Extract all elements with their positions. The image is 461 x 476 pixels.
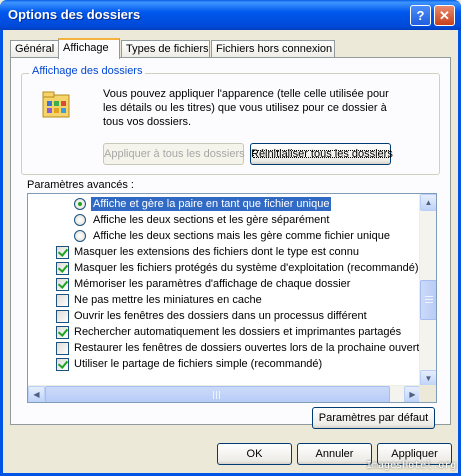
setting-check-memoriser-parametres[interactable]: Mémoriser les paramètres d'affichage de …	[28, 276, 421, 292]
tab-general-label: Général	[15, 43, 55, 55]
setting-label: Affiche et gère la paire en tant que fic…	[91, 197, 332, 211]
setting-check-masquer-fichiers-proteges[interactable]: Masquer les fichiers protégés du système…	[28, 260, 421, 276]
tab-fichiers-hors-connexion[interactable]: Fichiers hors connexion	[211, 40, 335, 58]
tab-affichage[interactable]: Affichage	[58, 38, 120, 59]
scroll-left-button[interactable]: ◀	[28, 386, 45, 402]
setting-label: Rechercher automatiquement les dossiers …	[74, 326, 402, 338]
tab-general[interactable]: Général	[10, 40, 59, 58]
setting-label: Utiliser le partage de fichiers simple (…	[74, 358, 323, 370]
checkbox[interactable]	[56, 326, 69, 339]
setting-check-processus-different[interactable]: Ouvrir les fenêtres des dossiers dans un…	[28, 308, 421, 324]
title-bar[interactable]: Options des dossiers ? ✕	[0, 0, 461, 30]
setting-check-partage-simple[interactable]: Utiliser le partage de fichiers simple (…	[28, 356, 421, 372]
restore-defaults-button[interactable]: Paramètres par défaut	[312, 407, 435, 429]
setting-label: Ne pas mettre les miniatures en cache	[74, 294, 262, 306]
reset-all-folders-button[interactable]: Réinitialiser tous les dossiers	[250, 143, 393, 165]
apply-all-folders-button[interactable]: Appliquer à tous les dossiers	[103, 143, 245, 165]
checkbox[interactable]	[56, 294, 69, 307]
checkbox[interactable]	[56, 278, 69, 291]
horizontal-scrollbar[interactable]: ◀ ▶	[28, 385, 421, 402]
advanced-settings-items: Affiche et gère la paire en tant que fic…	[28, 194, 421, 387]
scroll-up-button[interactable]: ▲	[420, 194, 436, 211]
setting-label: Masquer les extensions des fichiers dont…	[74, 246, 359, 258]
setting-radio-paire-unique[interactable]: Affiche et gère la paire en tant que fic…	[28, 196, 421, 212]
ok-label: OK	[246, 448, 263, 460]
tab-types-label: Types de fichiers	[126, 43, 209, 55]
checkbox[interactable]	[56, 342, 69, 355]
radio-button[interactable]	[74, 230, 86, 242]
setting-check-rechercher-partages[interactable]: Rechercher automatiquement les dossiers …	[28, 324, 421, 340]
ok-button[interactable]: OK	[217, 443, 292, 465]
horizontal-scroll-thumb[interactable]	[45, 386, 390, 402]
setting-radio-sections-separees[interactable]: Affiche les deux sections et les gère sé…	[28, 212, 421, 228]
dialog-client-area: Général Affichage Types de fichiers Fich…	[3, 30, 458, 473]
setting-label: Restaurer les fenêtres de dossiers ouver…	[74, 342, 421, 354]
cancel-button[interactable]: Annuler	[297, 443, 372, 465]
setting-check-miniatures-cache[interactable]: Ne pas mettre les miniatures en cache	[28, 292, 421, 308]
window-title: Options des dossiers	[8, 7, 141, 22]
help-button[interactable]: ?	[410, 5, 431, 26]
setting-label: Ouvrir les fenêtres des dossiers dans un…	[74, 310, 367, 322]
close-button[interactable]: ✕	[434, 5, 455, 26]
folder-view-heading: Affichage des dossiers	[29, 65, 146, 77]
folder-options-window: Options des dossiers ? ✕ Général Afficha…	[0, 0, 461, 476]
apply-label: Appliquer	[391, 448, 438, 460]
radio-button[interactable]	[74, 214, 86, 226]
folder-view-icon	[42, 91, 70, 118]
checkbox[interactable]	[56, 310, 69, 323]
setting-radio-sections-fichier-unique[interactable]: Affiche les deux sections mais les gère …	[28, 228, 421, 244]
apply-all-folders-label: Appliquer à tous les dossiers	[104, 148, 245, 160]
setting-label: Masquer les fichiers protégés du système…	[74, 262, 419, 274]
setting-label: Affiche les deux sections mais les gère …	[93, 230, 390, 242]
restore-defaults-label: Paramètres par défaut	[318, 412, 429, 424]
checkbox[interactable]	[56, 358, 69, 371]
checkbox[interactable]	[56, 246, 69, 259]
setting-check-restaurer-fenetres[interactable]: Restaurer les fenêtres de dossiers ouver…	[28, 340, 421, 356]
tab-affichage-label: Affichage	[63, 42, 109, 54]
advanced-settings-label: Paramètres avancés :	[27, 179, 134, 191]
checkbox[interactable]	[56, 262, 69, 275]
setting-label: Affiche les deux sections et les gère sé…	[93, 214, 330, 226]
tab-offline-label: Fichiers hors connexion	[216, 43, 333, 55]
reset-all-folders-label: Réinitialiser tous les dossiers	[251, 148, 393, 160]
scrollbar-corner	[419, 385, 436, 402]
watermark: ImagesHotel.org	[366, 460, 457, 471]
cancel-label: Annuler	[315, 448, 354, 460]
setting-label: Mémoriser les paramètres d'affichage de …	[74, 278, 351, 290]
vertical-scrollbar[interactable]: ▲ ▼	[419, 194, 436, 387]
vertical-scroll-thumb[interactable]	[420, 280, 436, 320]
tab-types-de-fichiers[interactable]: Types de fichiers	[121, 40, 210, 58]
folder-view-description: Vous pouvez appliquer l'apparence (telle…	[103, 88, 389, 128]
radio-button[interactable]	[74, 198, 86, 210]
setting-check-masquer-extensions[interactable]: Masquer les extensions des fichiers dont…	[28, 244, 421, 260]
advanced-settings-list[interactable]: Affiche et gère la paire en tant que fic…	[27, 193, 437, 403]
